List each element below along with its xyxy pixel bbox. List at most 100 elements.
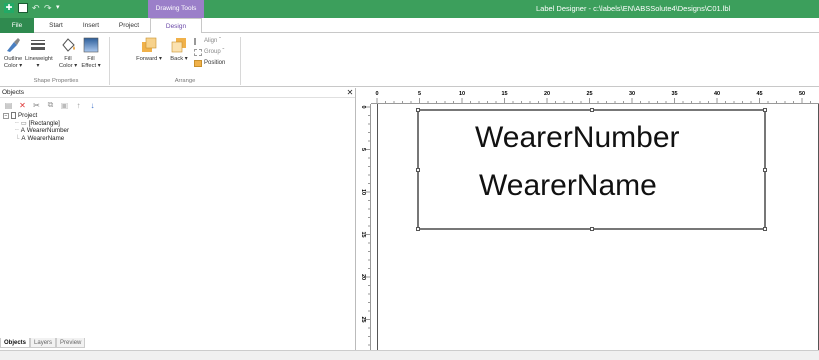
app-icon[interactable]: ✚ (4, 3, 14, 13)
close-icon[interactable]: ✕ (345, 88, 355, 97)
tab-preview[interactable]: Preview (56, 338, 86, 348)
send-backward-icon (171, 38, 186, 53)
label-canvas[interactable]: WearerNumber WearerName (371, 104, 819, 350)
ruler-label: 5 (360, 148, 366, 151)
properties-icon[interactable]: ▤ (4, 101, 13, 110)
tab-file[interactable]: File (0, 18, 34, 33)
cut-icon[interactable]: ✂ (32, 101, 41, 110)
resize-handle[interactable] (416, 108, 420, 112)
tree-connector: ┄ (15, 127, 19, 134)
paint-bucket-icon (62, 38, 75, 52)
tree-connector: └ (15, 134, 20, 142)
ruler-label: 15 (360, 231, 366, 237)
objects-panel-tabs: Objects Layers Preview (0, 338, 86, 348)
ribbon-separator (240, 37, 241, 85)
forward-button[interactable]: Forward ▾ (136, 36, 162, 63)
ruler-label: 15 (501, 91, 507, 97)
resize-handle[interactable] (590, 227, 594, 231)
redo-icon[interactable]: ↷ (44, 3, 52, 13)
resize-handle[interactable] (763, 227, 767, 231)
resize-handle[interactable] (763, 108, 767, 112)
tree-item-label: WearerName (27, 134, 65, 142)
position-button[interactable]: Position (194, 59, 225, 68)
tab-objects[interactable]: Objects (0, 338, 31, 348)
resize-handle[interactable] (416, 168, 420, 172)
rectangle-icon: ▭ (20, 119, 27, 127)
fill-effect-label: Fill Effect ▾ (81, 56, 101, 69)
ribbon-separator (109, 37, 110, 85)
paintbrush-icon (7, 38, 20, 52)
outline-color-label: Outline Color ▾ (3, 56, 23, 69)
tab-layers[interactable]: Layers (30, 338, 57, 348)
ruler-label: 30 (629, 91, 635, 97)
tab-insert[interactable]: Insert (74, 18, 108, 33)
undo-icon[interactable]: ↶ (32, 3, 40, 13)
ruler-label: 5 (418, 91, 421, 97)
quick-access-toolbar: ✚ ↶ ↷ ▾ (4, 3, 62, 13)
shape-properties-group-label: Shape Properties (33, 78, 79, 84)
save-icon[interactable] (18, 3, 28, 13)
resize-handle[interactable] (590, 108, 594, 112)
group-label: Group ˇ (204, 49, 225, 55)
text-object-icon: A (21, 134, 26, 142)
forward-label: Forward ▾ (136, 56, 162, 62)
ruler-label: 0 (360, 105, 366, 108)
align-button[interactable]: Align ˇ (194, 37, 221, 46)
rectangle-object[interactable]: WearerNumber WearerName (416, 108, 767, 231)
back-label: Back ▾ (170, 56, 188, 62)
tree-item-wearernumber[interactable]: ┄ A WearerNumber (3, 127, 355, 135)
ruler-corner (357, 88, 371, 104)
wearername-field[interactable]: WearerName (479, 169, 657, 203)
ruler-label: 10 (360, 189, 366, 195)
group-button[interactable]: Group ˇ (194, 48, 224, 57)
ruler-label: 20 (360, 274, 366, 280)
ribbon: Outline Color ▾ Lineweight ▾ Fill Color … (0, 33, 819, 87)
fill-effect-button[interactable]: Fill Effect ▾ (80, 36, 102, 69)
back-button[interactable]: Back ▾ (168, 36, 190, 63)
ruler-label: 50 (799, 91, 805, 97)
collapse-icon[interactable]: − (3, 112, 9, 119)
tree-root-project[interactable]: − Project (3, 112, 355, 120)
objects-panel-header: Objects ✕ (0, 88, 355, 98)
fill-color-button[interactable]: Fill Color ▾ (57, 36, 79, 69)
paste-icon[interactable]: ▣ (60, 101, 69, 110)
tree-item-label: [Rectangle] (28, 119, 60, 127)
tab-project[interactable]: Project (112, 18, 146, 33)
copy-icon[interactable]: ⧉ (46, 100, 55, 110)
objects-panel-title: Objects (2, 89, 25, 96)
align-label: Align ˇ (204, 38, 222, 44)
lineweight-icon (31, 40, 45, 50)
position-label: Position (204, 60, 226, 66)
delete-icon[interactable]: ✕ (18, 101, 27, 110)
ruler-label: 40 (714, 91, 720, 97)
tab-start[interactable]: Start (40, 18, 72, 33)
ruler-label: 45 (756, 91, 762, 97)
tree-item-rectangle[interactable]: ┄ ▭ [Rectangle] (3, 120, 355, 128)
lineweight-label: Lineweight ▾ (25, 56, 53, 69)
resize-handle[interactable] (416, 227, 420, 231)
move-down-icon[interactable]: ↓ (88, 101, 97, 110)
vertical-ruler: 0 5 10 15 20 25 (357, 104, 371, 350)
lineweight-button[interactable]: Lineweight ▾ (25, 36, 53, 69)
resize-handle[interactable] (763, 168, 767, 172)
move-up-icon[interactable]: ↑ (74, 101, 83, 110)
arrange-group-label: Arrange (174, 78, 196, 84)
status-bar (0, 350, 819, 360)
text-object-icon: A (20, 127, 25, 134)
tab-design[interactable]: Design (150, 18, 202, 34)
tree-item-label: WearerNumber (26, 127, 70, 134)
tree-item-wearername[interactable]: └ A WearerName (3, 135, 355, 143)
bring-forward-icon (142, 37, 157, 52)
title-bar: ✚ ↶ ↷ ▾ Drawing Tools Label Designer - c… (0, 0, 819, 18)
tree-connector: ┄ (15, 119, 19, 127)
outline-color-button[interactable]: Outline Color ▾ (2, 36, 24, 69)
ruler-label: 25 (586, 91, 592, 97)
document-icon (11, 112, 16, 120)
wearernumber-field[interactable]: WearerNumber (475, 121, 680, 155)
design-area: 0 5 10 15 20 25 30 35 40 45 50 0 5 10 15 20 25 WearerNu… (357, 88, 819, 350)
align-icon (194, 38, 202, 45)
customize-toolbar-icon[interactable]: ▾ (56, 3, 62, 13)
objects-tree: − Project ┄ ▭ [Rectangle] ┄ A WearerNumb… (0, 112, 355, 142)
objects-toolbar: ▤ ✕ ✂ ⧉ ▣ ↑ ↓ (0, 98, 355, 112)
ruler-label: 0 (375, 91, 378, 97)
